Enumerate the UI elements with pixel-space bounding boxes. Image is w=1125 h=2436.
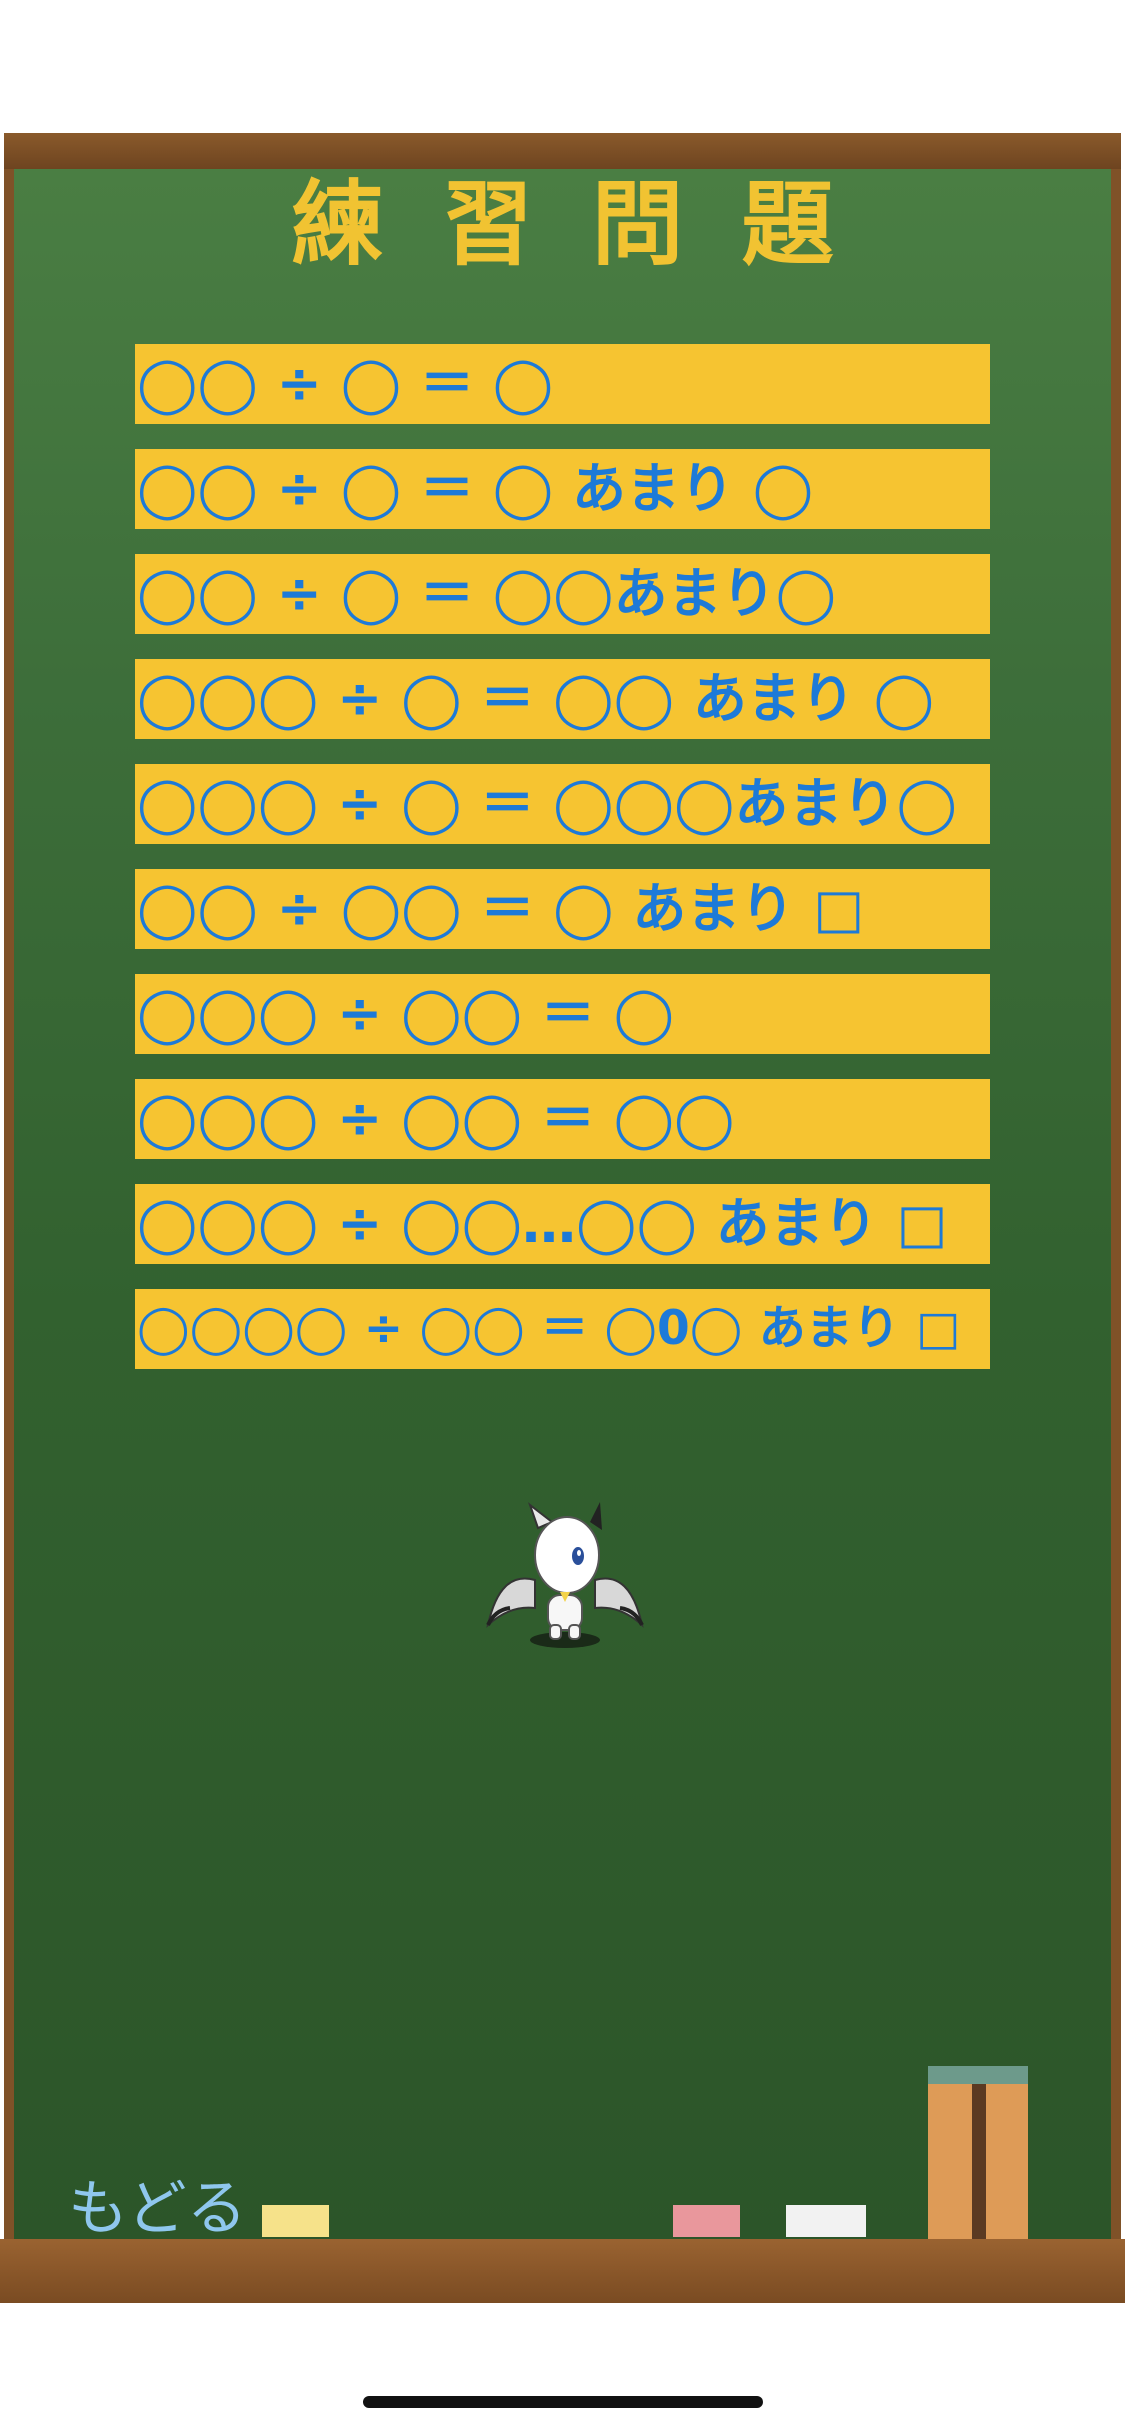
problem-item-3[interactable]: ◯◯ ÷ ◯ ＝ ◯◯あまり◯	[135, 554, 990, 634]
problem-item-1[interactable]: ◯◯ ÷ ◯ ＝ ◯	[135, 344, 990, 424]
problem-item-8[interactable]: ◯◯◯ ÷ ◯◯ ＝ ◯◯	[135, 1079, 990, 1159]
problem-item-10[interactable]: ◯◯◯◯ ÷ ◯◯ ＝ ◯0◯ あまり □	[135, 1289, 990, 1369]
problem-item-2[interactable]: ◯◯ ÷ ◯ ＝ ◯ あまり ◯	[135, 449, 990, 529]
book-cap	[928, 2066, 1028, 2084]
problem-item-7[interactable]: ◯◯◯ ÷ ◯◯ ＝ ◯	[135, 974, 990, 1054]
home-indicator[interactable]	[363, 2396, 763, 2408]
problem-item-5[interactable]: ◯◯◯ ÷ ◯ ＝ ◯◯◯あまり◯	[135, 764, 990, 844]
problem-item-6[interactable]: ◯◯ ÷ ◯◯ ＝ ◯ あまり □	[135, 869, 990, 949]
problem-item-4[interactable]: ◯◯◯ ÷ ◯ ＝ ◯◯ あまり ◯	[135, 659, 990, 739]
book-spine	[972, 2084, 986, 2241]
books-icon	[928, 2066, 1028, 2241]
problem-item-9[interactable]: ◯◯◯ ÷ ◯◯…◯◯ あまり □	[135, 1184, 990, 1264]
yellow-chalk-icon	[262, 2205, 329, 2237]
page-title: 練習問題	[291, 170, 892, 278]
white-chalk-icon	[786, 2205, 866, 2237]
chalk-tray	[0, 2239, 1125, 2303]
pink-chalk-icon	[673, 2205, 740, 2237]
mascot-icon	[486, 1502, 644, 1648]
problem-list: ◯◯ ÷ ◯ ＝ ◯ ◯◯ ÷ ◯ ＝ ◯ あまり ◯ ◯◯ ÷ ◯ ＝ ◯◯あ…	[135, 344, 990, 1394]
back-button[interactable]: もどる	[68, 2160, 247, 2247]
